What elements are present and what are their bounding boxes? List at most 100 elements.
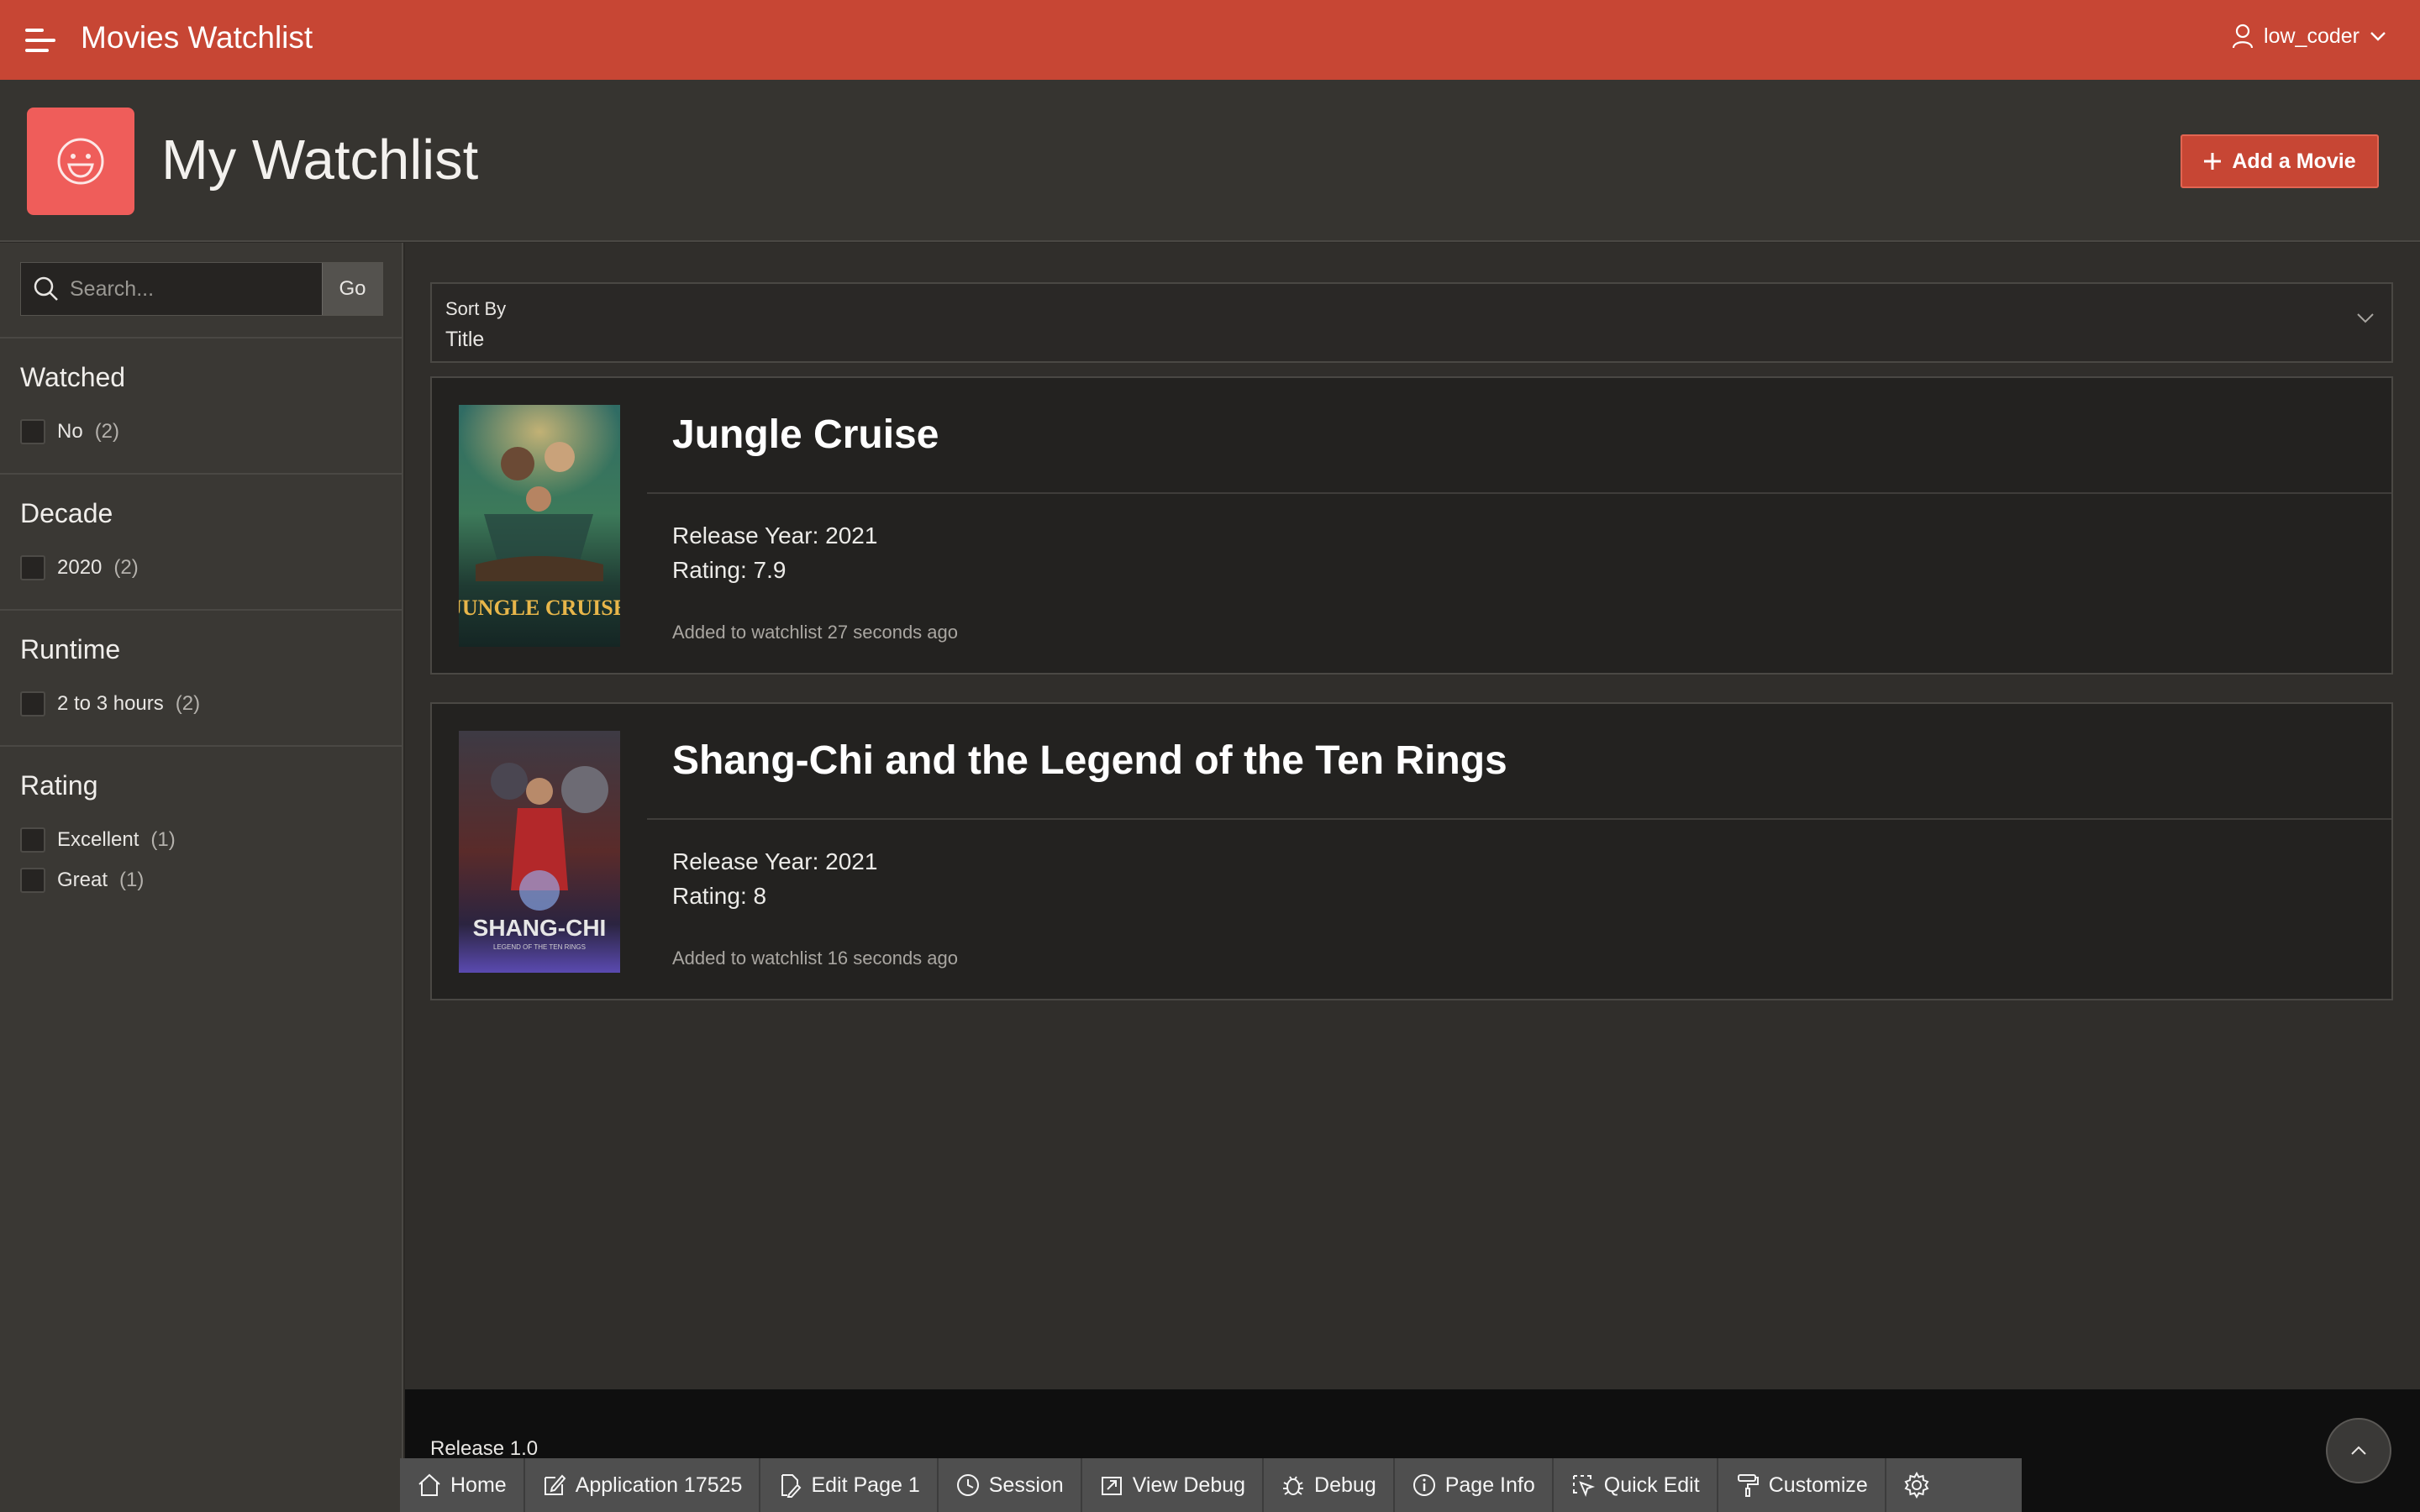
chevron-up-icon xyxy=(2351,1446,2366,1455)
dev-home-button[interactable]: Home xyxy=(400,1458,525,1512)
facet-option-count: (1) xyxy=(150,828,176,851)
checkbox[interactable] xyxy=(20,419,45,444)
facet-rating: Rating Excellent (1) Great (1) xyxy=(0,745,403,930)
sort-select[interactable]: Sort By Title xyxy=(430,282,2393,363)
dev-view-debug-label: View Debug xyxy=(1132,1473,1246,1497)
movie-title[interactable]: Jungle Cruise xyxy=(672,412,939,458)
info-icon xyxy=(1413,1474,1435,1496)
plus-icon xyxy=(2204,153,2222,170)
bug-icon xyxy=(1283,1476,1304,1495)
search-box: Go xyxy=(20,262,383,316)
main-content: Sort By Title JUNGLE CRUISE Jungle Cruis… xyxy=(405,243,2420,1389)
add-movie-label: Add a Movie xyxy=(2232,149,2356,173)
add-movie-button[interactable]: Add a Movie xyxy=(2181,134,2379,188)
facet-option-label: 2020 xyxy=(57,556,103,579)
dev-customize-button[interactable]: Customize xyxy=(1718,1458,1886,1512)
menu-icon[interactable] xyxy=(25,29,55,52)
page-hero: My Watchlist Add a Movie xyxy=(0,80,2420,242)
dev-page-info-button[interactable]: Page Info xyxy=(1395,1458,1554,1512)
app-title[interactable]: Movies Watchlist xyxy=(81,20,313,55)
sort-label: Sort By xyxy=(445,298,507,319)
chevron-down-icon xyxy=(2357,313,2374,323)
scroll-to-top-button[interactable] xyxy=(2326,1418,2391,1483)
movie-release-year: Release Year: 2021 xyxy=(672,522,878,549)
dev-page-info-label: Page Info xyxy=(1444,1473,1535,1497)
dev-debug-button[interactable]: Debug xyxy=(1264,1458,1395,1512)
facet-title: Decade xyxy=(20,498,113,528)
paint-roller-icon xyxy=(1737,1474,1759,1497)
facet-option-count: (2) xyxy=(94,420,120,443)
cursor-select-icon xyxy=(1572,1475,1595,1497)
divider xyxy=(647,492,2391,494)
checkbox[interactable] xyxy=(20,691,45,717)
search-field xyxy=(21,263,322,315)
poster-title: JUNGLE CRUISE xyxy=(459,596,620,620)
release-version: Release 1.0 xyxy=(430,1437,539,1460)
facet-option-label: No xyxy=(57,420,83,443)
search-input[interactable] xyxy=(70,276,322,302)
smile-icon xyxy=(27,108,134,215)
facet-decade: Decade 2020 (2) xyxy=(0,473,403,609)
dev-home-label: Home xyxy=(450,1473,507,1497)
movie-release-year: Release Year: 2021 xyxy=(672,848,878,874)
user-name: low_coder xyxy=(2264,24,2360,48)
sort-value: Title xyxy=(445,328,485,351)
divider xyxy=(647,818,2391,820)
poster-title: SHANG-CHI xyxy=(473,915,607,941)
dev-session-button[interactable]: Session xyxy=(939,1458,1082,1512)
movie-poster[interactable]: JUNGLE CRUISE xyxy=(459,405,620,647)
dev-edit-page-button[interactable]: Edit Page 1 xyxy=(760,1458,939,1512)
facet-option-count: (2) xyxy=(113,556,139,579)
dev-quick-edit-button[interactable]: Quick Edit xyxy=(1554,1458,1718,1512)
facet-option[interactable]: Great (1) xyxy=(20,868,144,893)
movie-card[interactable]: SHANG-CHI LEGEND OF THE TEN RINGS Shang-… xyxy=(430,702,2393,1000)
checkbox[interactable] xyxy=(20,827,45,853)
movie-poster[interactable]: SHANG-CHI LEGEND OF THE TEN RINGS xyxy=(459,731,620,973)
facet-option[interactable]: 2020 (2) xyxy=(20,555,139,580)
movie-title[interactable]: Shang-Chi and the Legend of the Ten Ring… xyxy=(672,738,1507,784)
external-link-icon xyxy=(1101,1477,1122,1495)
facet-option[interactable]: Excellent (1) xyxy=(20,827,176,853)
movie-rating: Rating: 8 xyxy=(672,883,767,909)
dev-application-button[interactable]: Application 17525 xyxy=(525,1458,761,1512)
dev-settings-button[interactable] xyxy=(1886,1458,1947,1512)
dev-customize-label: Customize xyxy=(1768,1473,1868,1497)
app-header: Movies Watchlist low_coder xyxy=(0,0,2420,80)
facet-option-count: (1) xyxy=(119,869,145,891)
user-menu[interactable]: low_coder xyxy=(2232,24,2386,49)
gear-icon xyxy=(1904,1472,1929,1499)
edit-page-icon xyxy=(781,1474,802,1498)
facet-option-count: (2) xyxy=(175,692,201,715)
dev-application-label: Application 17525 xyxy=(575,1473,743,1497)
movie-rating: Rating: 7.9 xyxy=(672,557,786,583)
movie-added-time: Added to watchlist 16 seconds ago xyxy=(672,948,959,969)
developer-toolbar: Home Application 17525 Edit Page 1 Sessi… xyxy=(400,1458,2022,1512)
facet-option[interactable]: 2 to 3 hours (2) xyxy=(20,691,200,717)
dev-debug-label: Debug xyxy=(1314,1473,1376,1497)
dev-session-label: Session xyxy=(988,1473,1064,1497)
dev-edit-page-label: Edit Page 1 xyxy=(811,1473,920,1497)
movie-added-time: Added to watchlist 27 seconds ago xyxy=(672,622,959,643)
checkbox[interactable] xyxy=(20,868,45,893)
search-icon xyxy=(34,276,58,301)
facet-title: Runtime xyxy=(20,634,121,664)
facet-option-label: Excellent xyxy=(57,828,139,851)
dev-view-debug-button[interactable]: View Debug xyxy=(1082,1458,1265,1512)
facet-title: Rating xyxy=(20,770,98,801)
facet-option-label: 2 to 3 hours xyxy=(57,692,164,715)
facet-option-label: Great xyxy=(57,869,108,891)
clock-icon xyxy=(956,1474,979,1496)
facet-runtime: Runtime 2 to 3 hours (2) xyxy=(0,609,403,745)
checkbox[interactable] xyxy=(20,555,45,580)
facet-watched: Watched No (2) xyxy=(0,337,403,473)
go-button[interactable]: Go xyxy=(322,263,382,315)
movie-card[interactable]: JUNGLE CRUISE Jungle Cruise Release Year… xyxy=(430,376,2393,675)
facet-option[interactable]: No (2) xyxy=(20,419,119,444)
faceted-search-sidebar: Go Watched No (2) Decade 2020 (2) Runtim… xyxy=(0,243,403,1512)
home-icon xyxy=(418,1473,440,1496)
poster-subtitle: LEGEND OF THE TEN RINGS xyxy=(493,943,586,951)
facet-title: Watched xyxy=(20,362,126,392)
dev-quick-edit-label: Quick Edit xyxy=(1603,1473,1700,1497)
user-icon xyxy=(2232,24,2254,49)
page-title: My Watchlist xyxy=(161,129,479,192)
